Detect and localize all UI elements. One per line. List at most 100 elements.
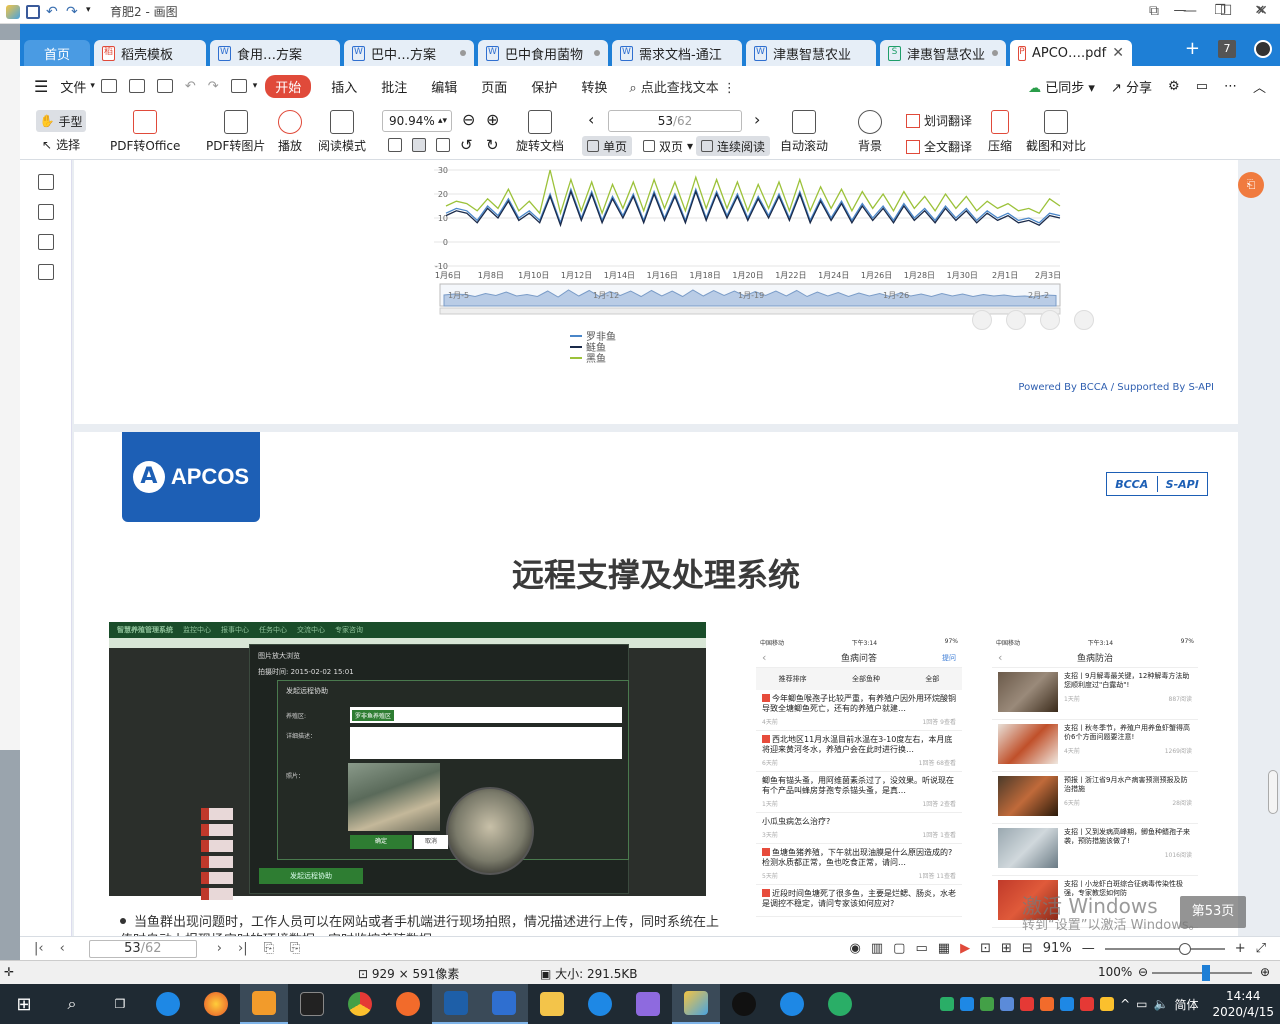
screenshot-compare-button[interactable]: 截图和对比 [1026,106,1086,154]
status-zoom[interactable]: 91% [1043,941,1072,956]
zoom-slider[interactable] [1104,942,1225,955]
pdf-to-office-button[interactable]: PDF转Office [110,106,180,154]
taskbar-app-search[interactable] [576,984,624,1024]
clock[interactable]: 14:44 2020/4/15 [1212,988,1274,1020]
tray-icon[interactable] [960,997,975,1011]
play-icon[interactable]: ▶ [960,941,970,956]
undo-icon[interactable]: ↶ [46,5,60,19]
task-view-button[interactable]: ❐ [96,984,144,1024]
read-mode-button[interactable]: 阅读模式 [318,106,366,154]
hamburger-icon[interactable]: ☰ [34,77,48,96]
translate-full-button[interactable]: 全文翻译 [906,138,972,155]
menu-insert[interactable]: 插入 [319,77,369,96]
menu-start[interactable]: 开始 [265,74,312,98]
tray-icon[interactable] [1000,997,1015,1011]
tray-icon[interactable] [1080,997,1095,1011]
single-page-button[interactable]: 单页 [582,136,633,156]
zoom-in-icon[interactable]: + [1235,941,1246,956]
prev-page-icon[interactable]: ‹ [588,110,594,129]
thumbnails-icon[interactable] [37,204,54,220]
menu-convert[interactable]: 转换 [569,77,619,96]
taskbar-edge[interactable] [768,984,816,1024]
ime-lang[interactable]: 简体 [1174,996,1198,1013]
menu-edit[interactable]: 编辑 [419,77,469,96]
double-page-button[interactable]: 双页 ▾ [638,136,698,156]
floating-assistant-icon[interactable]: ⎗ [1238,172,1264,198]
zoom-in-icon[interactable]: ⊕ [486,110,499,129]
search-text[interactable]: ⌕ 点此查找文本 ⋮ [629,77,736,96]
rotate-document-button[interactable]: 旋转文档 [516,106,564,154]
taskbar-explorer[interactable] [528,984,576,1024]
tray-icon[interactable] [980,997,995,1011]
tray-expand-icon[interactable]: ^ [1120,997,1130,1011]
auto-scroll-button[interactable]: 自动滚动 [780,106,828,154]
taskbar-terminal[interactable] [288,984,336,1024]
wechat-tray-icon[interactable] [940,997,955,1011]
page-number-input[interactable]: 53/62 [608,110,742,132]
hand-tool-button[interactable]: ✋ 手型 [36,110,86,132]
tray-icon[interactable] [1040,997,1055,1011]
page-view-icon[interactable]: ▢ [893,941,905,956]
print-icon[interactable] [156,79,173,93]
zoom-select[interactable]: 90.94% ▴▾ [382,110,452,132]
next-page-icon[interactable]: › [217,941,222,956]
reset-icon[interactable] [1074,310,1094,330]
tab-doc[interactable]: W 需求文档-通江 [612,40,742,66]
rotate-right-icon[interactable]: ↻ [486,136,499,154]
share-button[interactable]: ↗ 分享 [1111,77,1152,96]
save-icon[interactable] [26,4,40,19]
single-view-icon[interactable]: ▥ [871,941,883,956]
comment-icon[interactable]: ▭ [1196,79,1208,94]
next-page-icon[interactable]: › [754,110,760,129]
hand-tool-icon[interactable] [972,310,992,330]
redo-icon[interactable]: ↷ [66,5,80,19]
wps-maximize-button[interactable]: ☐ [1208,0,1244,22]
zoom-out-icon[interactable]: ⊖ [1138,965,1148,979]
paint-zoom-slider[interactable] [1152,965,1252,981]
tab-home[interactable]: 首页 [24,40,90,66]
more-chevron-icon[interactable]: ▾ [253,81,258,91]
fit-page-icon[interactable]: ⊞ [1001,941,1012,956]
tray-icon[interactable] [1100,997,1115,1011]
more-icon[interactable]: ⋯ [1224,79,1237,94]
taskbar-wechat[interactable] [816,984,864,1024]
taskbar-app[interactable] [384,984,432,1024]
tab-doc[interactable]: W 津惠智慧农业 [746,40,876,66]
new-tab-icon[interactable]: + [1185,38,1200,59]
taskbar-qq[interactable] [720,984,768,1024]
pdf-to-image-button[interactable]: PDF转图片 [206,106,265,154]
menu-page[interactable]: 页面 [469,77,519,96]
actual-size-icon[interactable] [388,138,402,152]
tab-count-badge[interactable]: 7 [1218,39,1236,58]
compress-button[interactable]: 压缩 [988,106,1012,154]
redo-icon[interactable]: ↷ [208,79,219,94]
insert-icon[interactable]: ⎘ [290,941,300,956]
taskbar-firefox[interactable] [192,984,240,1024]
tab-doc[interactable]: W 巴中食用菌物 [478,40,608,66]
book-view-icon[interactable]: ▭ [915,941,927,956]
translate-word-button[interactable]: 划词翻译 [906,112,972,129]
tab-pdf-active[interactable]: P APCO….pdf ✕ [1010,40,1132,66]
vertical-scrollbar[interactable] [1268,770,1278,814]
background-button[interactable]: 背景 [858,106,882,154]
tray-icon[interactable] [1060,997,1075,1011]
export-icon[interactable]: ⎘ [264,941,274,956]
wps-minimize-button[interactable]: — [1172,0,1208,22]
zoom-out-icon[interactable]: — [1082,941,1095,956]
taskbar-paint[interactable] [672,984,720,1024]
eye-icon[interactable]: ◉ [850,941,861,956]
select-tool-button[interactable]: ↖ 选择 [42,136,80,153]
tab-doc[interactable]: W 巴中…方案 [344,40,474,66]
menu-protect[interactable]: 保护 [519,77,569,96]
description-field[interactable] [350,727,622,759]
open-folder-icon[interactable] [100,79,117,93]
taskbar-app-blue[interactable] [432,984,480,1024]
tray-icon[interactable] [1020,997,1035,1011]
tab-sheet[interactable]: S 津惠智慧农业 [880,40,1006,66]
close-tab-icon[interactable]: ✕ [1112,45,1124,61]
prev-page-icon[interactable]: ‹ [60,941,65,956]
taskbar-sublime[interactable] [240,984,288,1024]
taskbar-chrome[interactable] [336,984,384,1024]
undo-icon[interactable]: ↶ [185,79,196,94]
play-button[interactable]: 播放 [278,106,302,154]
